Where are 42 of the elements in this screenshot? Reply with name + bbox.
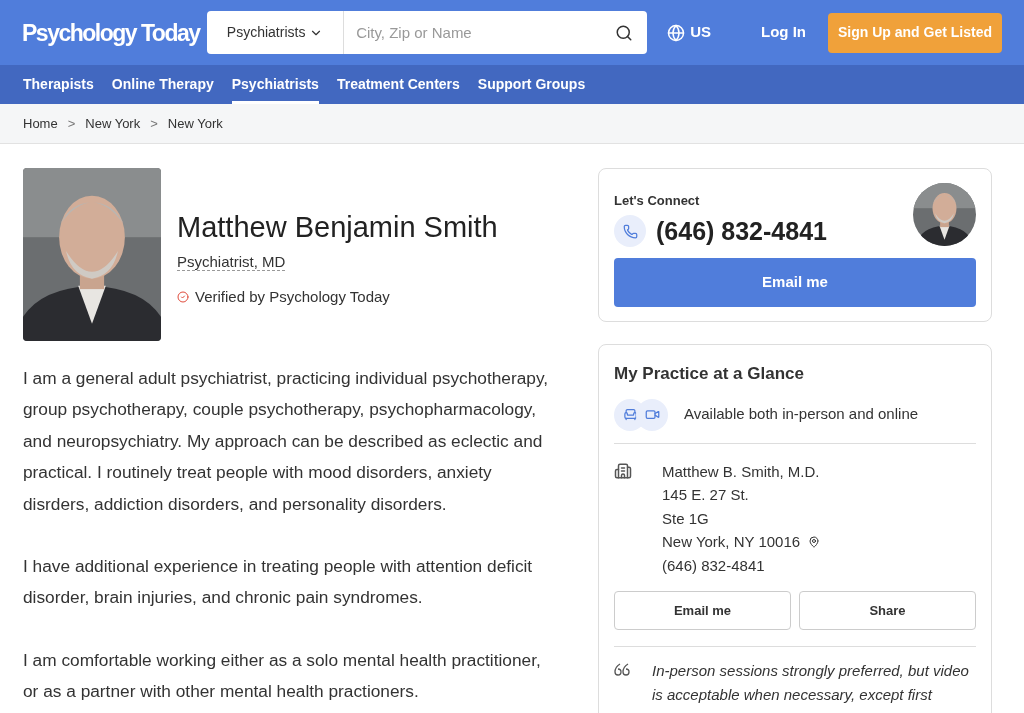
globe-icon (667, 23, 686, 42)
quote-text: In-person sessions strongly preferred, but video is acceptable when necessary, except first (652, 661, 970, 705)
building-icon (614, 461, 632, 480)
bio-paragraph: I am a general adult psychiatrist, practicing individual psychotherapy, group psychotherapy, couple psychotherapy, psychopharmacology, and neuropsychiatry. My approach can be described as eclectic and practical. I routinely treat people with mood disorders, anxiety disrders, addiction disorders, and personality disorders. (23, 367, 550, 516)
video-icon (636, 398, 668, 431)
bio-paragraph: I am comfortable working either as a solo mental health practitioner, or as a partner with other mental health practioners. (23, 648, 542, 704)
search-field[interactable]: City, Zip or Name (344, 11, 602, 54)
region-button[interactable]: US (667, 21, 711, 44)
availability-text: Available both in-person and online (684, 404, 919, 425)
action-button[interactable]: Email me (614, 591, 791, 630)
category-dropdown[interactable]: Psychiatrists (207, 11, 345, 54)
profile-name: Matthew Benjamin Smith (177, 210, 498, 245)
address-line: 145 E. 27 St. (662, 485, 749, 505)
glance-title: My Practice at a Glance (614, 363, 805, 385)
bio-paragraph: I have additional experience in treating people with attention deficit disorder, brain injuries, and chronic pain syndromes. (23, 555, 534, 610)
breadcrumb-link[interactable]: New York (85, 113, 141, 134)
email-button[interactable]: Email me (614, 258, 976, 307)
address-line: Matthew B. Smith, M.D. (662, 461, 820, 482)
phone-icon (614, 215, 646, 248)
nav-tab[interactable]: Online Therapy (111, 65, 214, 104)
verified-label: Verified by Psychology Today (195, 286, 390, 307)
nav-tab[interactable]: Therapists (23, 65, 94, 104)
phone-number[interactable]: (646) 832-4841 (656, 212, 827, 250)
breadcrumb-separator: > (67, 114, 76, 133)
breadcrumb-separator: > (150, 114, 158, 133)
logo[interactable]: Psychology Today (22, 17, 200, 48)
login-link[interactable]: Log In (761, 21, 806, 44)
action-button[interactable]: Share (799, 591, 976, 630)
quote-icon (614, 663, 630, 677)
map-pin-icon[interactable] (808, 535, 821, 548)
connect-label: Let's Connect (614, 192, 701, 210)
search-icon (615, 23, 634, 42)
search-button[interactable] (601, 11, 648, 54)
address-line: New York, NY 10016 (662, 532, 801, 552)
breadcrumb-link[interactable]: New York (167, 113, 223, 134)
verified-icon (177, 290, 189, 303)
breadcrumb-link[interactable]: Home (23, 113, 58, 134)
nav-tab[interactable]: Support Groups (477, 65, 586, 104)
office-phone[interactable]: (646) 832-4841 (662, 553, 821, 577)
nav-tab[interactable]: Treatment Centers (336, 65, 460, 104)
address-line: Ste 1G (662, 508, 709, 529)
profile-credentials[interactable]: Psychiatrist, MD (177, 252, 286, 271)
